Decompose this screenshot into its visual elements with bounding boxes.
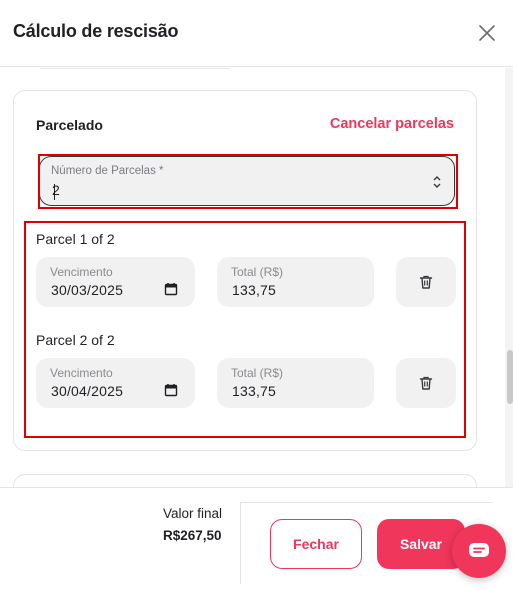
divider xyxy=(40,68,230,69)
parcel-title: Parcel 2 of 2 xyxy=(36,332,115,348)
close-button[interactable]: Fechar xyxy=(270,519,362,569)
scrollbar-track[interactable] xyxy=(505,68,513,487)
modal-title: Cálculo de rescisão xyxy=(13,21,179,41)
chat-button[interactable] xyxy=(452,524,506,578)
total-value: 133,75 xyxy=(232,282,277,298)
close-icon[interactable] xyxy=(474,20,500,46)
due-date-label: Vencimento xyxy=(50,265,113,279)
modal-footer: Valor final R$267,50 Fechar Salvar xyxy=(0,487,513,589)
due-date-label: Vencimento xyxy=(50,366,113,380)
final-value-amount: R$267,50 xyxy=(163,528,222,543)
installments-card: Parcelado Cancelar parcelas Número de Pa… xyxy=(13,90,477,451)
delete-parcel-button[interactable] xyxy=(396,257,456,307)
total-label: Total (R$) xyxy=(231,265,284,279)
parcel-title: Parcel 1 of 2 xyxy=(36,231,115,247)
total-label: Total (R$) xyxy=(231,366,284,380)
scrollbar-thumb[interactable] xyxy=(507,350,513,404)
installments-count-label: Número de Parcelas * xyxy=(51,165,164,177)
modal-header: Cálculo de rescisão xyxy=(0,0,513,67)
cancel-installments-link[interactable]: Cancelar parcelas xyxy=(330,116,454,132)
modal-body: Parcelado Cancelar parcelas Número de Pa… xyxy=(0,68,513,487)
total-value: 133,75 xyxy=(232,383,277,399)
delete-parcel-button[interactable] xyxy=(396,358,456,408)
spinner-icon[interactable] xyxy=(432,174,442,190)
due-date-value: 30/04/2025 xyxy=(51,383,124,399)
trash-icon xyxy=(419,376,433,390)
total-input[interactable]: Total (R$) 133,75 xyxy=(217,358,374,408)
total-input[interactable]: Total (R$) 133,75 xyxy=(217,257,374,307)
calendar-icon[interactable] xyxy=(164,282,178,296)
chat-icon xyxy=(469,543,489,557)
calendar-icon[interactable] xyxy=(164,383,178,397)
due-date-input[interactable]: Vencimento 30/04/2025 xyxy=(36,358,195,408)
text-caret xyxy=(54,184,55,200)
due-date-value: 30/03/2025 xyxy=(51,282,124,298)
installments-title: Parcelado xyxy=(36,117,103,133)
final-value-label: Valor final xyxy=(163,506,223,521)
installments-count-input[interactable]: Número de Parcelas * 2 xyxy=(39,156,455,206)
trash-icon xyxy=(419,275,433,289)
next-card xyxy=(13,474,477,487)
due-date-input[interactable]: Vencimento 30/03/2025 xyxy=(36,257,195,307)
